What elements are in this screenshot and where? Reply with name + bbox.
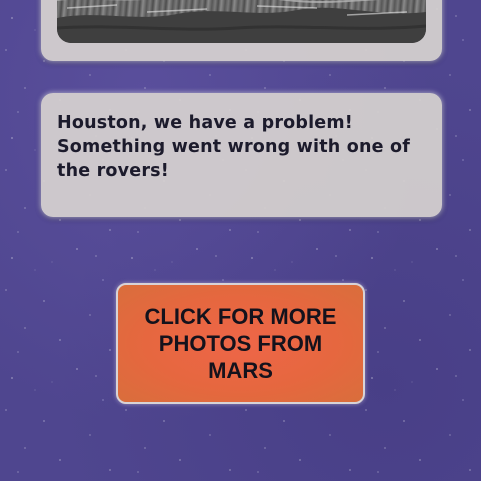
error-message-card: Houston, we have a problem! Something we… [41, 93, 442, 217]
more-photos-button[interactable]: CLICK FOR MORE PHOTOS FROM MARS [116, 283, 365, 404]
photo-terrain [57, 0, 426, 43]
mars-rover-photo [57, 0, 426, 43]
photo-card [41, 0, 442, 61]
error-message: Houston, we have a problem! Something we… [57, 113, 411, 181]
more-photos-button-label: CLICK FOR MORE PHOTOS FROM MARS [144, 304, 337, 383]
